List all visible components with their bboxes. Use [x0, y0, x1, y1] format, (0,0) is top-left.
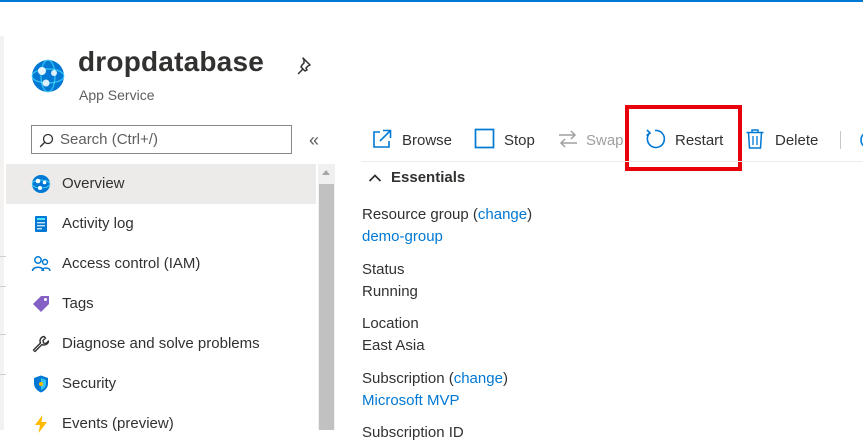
scroll-up-arrow-icon[interactable]	[322, 170, 330, 175]
sidebar-item-activity-log[interactable]: Activity log	[6, 204, 316, 244]
app-service-globe-icon	[31, 174, 51, 194]
sidebar-item-label: Overview	[62, 175, 125, 192]
sidebar-scrollbar[interactable]	[318, 164, 335, 430]
resource-group-value-link[interactable]: demo-group	[362, 228, 443, 245]
delete-button[interactable]: Delete	[745, 128, 823, 154]
change-resource-group-link[interactable]: change	[478, 206, 527, 223]
background-blade-edge	[0, 36, 6, 430]
collapse-sidebar-button[interactable]: «	[309, 130, 319, 150]
sidebar-item-overview[interactable]: Overview	[6, 164, 316, 204]
sidebar-item-label: Tags	[62, 295, 94, 312]
browse-button[interactable]: Browse	[371, 128, 455, 154]
tag-icon	[31, 294, 51, 314]
scroll-thumb[interactable]	[319, 184, 334, 430]
pin-icon[interactable]	[296, 56, 316, 76]
shield-icon	[31, 374, 51, 394]
toolbar-overflow-icon[interactable]	[858, 128, 863, 152]
swap-button[interactable]: Swap	[557, 128, 625, 154]
sidebar-item-label: Security	[62, 375, 117, 392]
top-accent-strip	[0, 0, 863, 2]
essentials-divider	[361, 161, 863, 162]
location-label: Location	[362, 315, 419, 332]
resource-group-label-text: Resource group	[362, 206, 469, 223]
sidebar-item-label: Activity log	[62, 215, 134, 232]
trash-icon	[746, 129, 764, 149]
delete-label: Delete	[775, 132, 819, 149]
page-subtitle: App Service	[79, 87, 155, 103]
sidebar-item-label: Diagnose and solve problems	[62, 335, 260, 352]
swap-label: Swap	[586, 132, 624, 149]
restart-label: Restart	[675, 132, 724, 149]
sidebar-item-security[interactable]: Security	[6, 364, 316, 404]
wrench-icon	[31, 334, 51, 354]
stop-button[interactable]: Stop	[474, 128, 538, 154]
sidebar-item-events[interactable]: Events (preview)	[6, 404, 316, 444]
sidebar-item-label: Access control (IAM)	[62, 255, 201, 272]
subscription-value-link[interactable]: Microsoft MVP	[362, 392, 460, 409]
sidebar-item-access-control[interactable]: Access control (IAM)	[6, 244, 316, 284]
restart-button[interactable]: Restart	[644, 128, 726, 154]
search-icon	[39, 133, 54, 148]
swap-arrows-icon	[559, 130, 577, 148]
chevron-up-icon	[368, 174, 382, 182]
sidebar-nav: Overview Activity log Access control (IA…	[6, 164, 316, 433]
essentials-header: Essentials	[391, 169, 466, 186]
browse-label: Browse	[402, 132, 453, 149]
subscription-id-label: Subscription ID	[362, 424, 464, 441]
sidebar-item-label: Events (preview)	[62, 415, 174, 432]
status-value: Running	[362, 283, 418, 300]
sidebar-item-tags[interactable]: Tags	[6, 284, 316, 324]
search-box[interactable]	[31, 125, 292, 154]
restart-icon	[646, 129, 666, 149]
change-subscription-link[interactable]: change	[454, 370, 503, 387]
subscription-label-text: Subscription	[362, 370, 445, 387]
open-external-icon	[373, 129, 392, 148]
lightning-icon	[31, 414, 51, 434]
people-icon	[31, 254, 51, 274]
app-service-globe-icon	[31, 59, 65, 93]
stop-square-icon	[474, 128, 495, 149]
page-title: dropdatabase	[78, 46, 264, 77]
toolbar-separator	[840, 131, 841, 149]
subscription-label: Subscription (change)	[362, 370, 508, 387]
activity-log-icon	[31, 214, 51, 234]
status-label: Status	[362, 261, 405, 278]
sidebar-item-diagnose[interactable]: Diagnose and solve problems	[6, 324, 316, 364]
location-value: East Asia	[362, 337, 425, 354]
search-input[interactable]	[60, 129, 285, 150]
resource-group-label: Resource group (change)	[362, 206, 533, 223]
stop-label: Stop	[504, 132, 535, 149]
